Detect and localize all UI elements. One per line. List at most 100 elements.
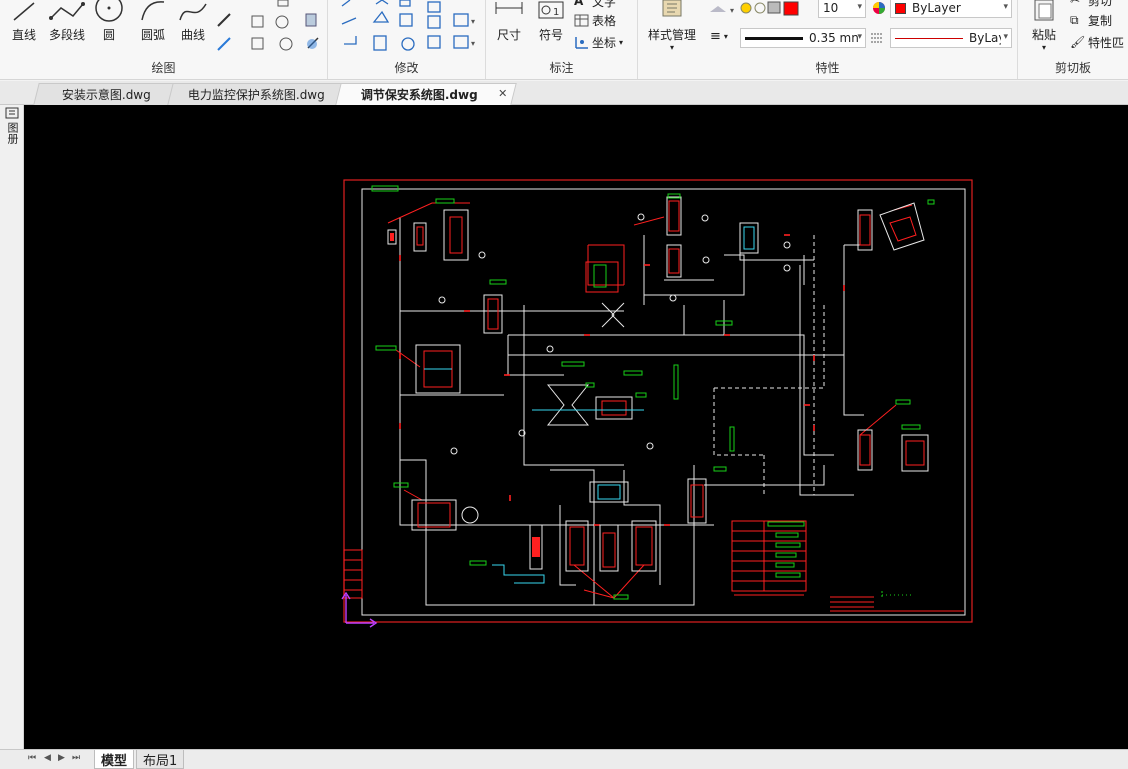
color-index-dropdown-icon: ▾ — [857, 2, 862, 12]
tab-label: 电力监控保护系统图.dwg — [187, 88, 325, 102]
tab-layout1[interactable]: 布局1 — [136, 750, 185, 769]
tab-install-diagram[interactable]: 安装示意图.dwg — [33, 83, 179, 105]
line-button[interactable]: 直线 — [6, 0, 42, 43]
drawing-book-button[interactable]: 图册 — [4, 107, 20, 147]
modify-tool-icons[interactable]: ▾ ▾ — [336, 0, 482, 56]
polyline-label: 多段线 — [48, 28, 85, 42]
paste-label: 粘贴 — [1031, 28, 1056, 42]
dimension-button[interactable]: 尺寸 — [492, 0, 526, 43]
leader-lines — [387, 202, 913, 599]
left-side-strip: 图册 — [0, 105, 24, 749]
arc-label: 圆弧 — [140, 28, 165, 42]
last-layout-icon[interactable]: ⏭ — [72, 753, 80, 763]
coordinate-icon — [575, 37, 588, 49]
dimension-icon — [495, 2, 523, 14]
linetype-sample — [895, 37, 963, 39]
clipboard-panel: 粘贴 ▾ ✂ 剪切 ⧉ 复制 🖌 特性匹 剪切板 — [1018, 0, 1128, 79]
text-button[interactable]: A 文字 — [574, 0, 616, 10]
copy-label: 复制 — [1088, 14, 1113, 28]
line-icon — [13, 2, 35, 21]
coordinate-button[interactable]: 坐标 ▾ — [574, 34, 623, 51]
brush-icon: 🖌 — [1070, 35, 1086, 49]
next-layout-icon[interactable]: ▶ — [58, 753, 65, 763]
style-manager-dropdown-icon: ▾ — [669, 43, 674, 52]
drawing-book-label: 图册 — [6, 122, 19, 144]
table-label: 表格 — [592, 14, 617, 28]
draw-panel-title: 绘图 — [151, 61, 176, 75]
layer-color-dropdown-icon: ▾ — [1003, 2, 1008, 12]
lineweight-icon[interactable]: ≡ ▾ — [710, 29, 728, 44]
lineweight-value: 0.35 mn — [809, 31, 859, 45]
tab-model[interactable]: 模型 — [94, 750, 135, 769]
match-properties-button[interactable]: 🖌 特性匹 — [1070, 34, 1124, 51]
close-icon[interactable]: ✕ — [498, 87, 507, 100]
cut-icon: ✂ — [1070, 0, 1081, 7]
properties-panel-title: 特性 — [815, 61, 840, 75]
label-tags — [375, 193, 935, 600]
linetype-dropdown-icon: ▾ — [1003, 32, 1008, 42]
cut-button[interactable]: ✂ 剪切 — [1070, 0, 1112, 9]
layer-color-swatch — [895, 2, 906, 14]
linetype-value: ByLayer — [969, 31, 1001, 45]
svg-text:▾: ▾ — [471, 39, 475, 48]
annotate-panel: 尺寸 1 符号 A 文字 表格 坐标 ▾ 标注 — [486, 0, 638, 79]
copy-button[interactable]: ⧉ 复制 — [1070, 12, 1112, 29]
polyline-button[interactable]: 多段线 — [44, 0, 90, 43]
coordinate-dropdown-icon[interactable]: ▾ — [619, 38, 623, 47]
text-label: 文字 — [592, 0, 617, 9]
layer-color-combo[interactable]: ByLayer ▾ — [890, 0, 1012, 18]
parts-table — [731, 520, 807, 592]
circle-button[interactable]: 圆 — [92, 0, 126, 43]
svg-text:1: 1 — [553, 7, 559, 18]
tab-regulation-safety[interactable]: 调节保安系统图.dwg ✕ — [335, 83, 517, 105]
color-wheel-icon[interactable] — [872, 0, 886, 16]
paste-icon — [1034, 0, 1054, 21]
curve-button[interactable]: 曲线 — [174, 0, 212, 43]
match-properties-label: 特性匹 — [1088, 36, 1125, 50]
line-label: 直线 — [11, 28, 36, 42]
layer-state-icons[interactable]: ▾ — [710, 0, 810, 18]
color-index-combo[interactable]: 10 ▾ — [818, 0, 866, 18]
layout-tab-label: 模型 — [101, 753, 128, 769]
curve-icon — [179, 3, 207, 21]
cut-label: 剪切 — [1088, 0, 1113, 8]
paste-button[interactable]: 粘贴 ▾ — [1026, 0, 1062, 52]
tab-label: 安装示意图.dwg — [61, 88, 151, 102]
prev-layout-icon[interactable]: ◀ — [44, 753, 51, 763]
style-manager-label: 样式管理 — [647, 28, 696, 42]
drawing-canvas[interactable] — [24, 105, 1128, 749]
lineweight-sample — [745, 36, 803, 40]
revision-table — [343, 549, 363, 599]
layout-tab-bar: ⏮ ◀ ▶ ⏭ 模型 布局1 — [0, 749, 1128, 769]
modify-panel: ▾ ▾ 修改 — [328, 0, 486, 79]
symbol-button[interactable]: 1 符号 — [534, 0, 568, 43]
draw-panel: 直线 多段线 圆 圆弧 曲线 绘图 — [0, 0, 328, 79]
first-layout-icon[interactable]: ⏮ — [28, 753, 36, 763]
symbol-icon: 1 — [538, 1, 564, 19]
table-button[interactable]: 表格 — [574, 12, 616, 29]
drawing-book-icon — [5, 107, 19, 119]
layout-tab-label: 布局1 — [143, 753, 178, 769]
circle-icon — [95, 0, 123, 22]
clipboard-panel-title: 剪切板 — [1054, 61, 1091, 75]
style-manager-icon — [662, 0, 682, 17]
drawing-outer-frame — [343, 179, 973, 623]
tab-label: 调节保安系统图.dwg — [360, 88, 478, 102]
polyline-icon — [49, 2, 85, 20]
copy-icon: ⧉ — [1070, 13, 1079, 27]
tab-power-monitoring[interactable]: 电力监控保护系统图.dwg — [167, 83, 345, 105]
lineweight-dropdown-icon: ▾ — [857, 32, 862, 42]
lineweight-combo[interactable]: 0.35 mn ▾ — [740, 28, 866, 48]
layer-color-value: ByLayer — [912, 1, 961, 15]
symbol-label: 符号 — [538, 28, 563, 42]
linetype-combo[interactable]: ByLayer ▾ — [890, 28, 1012, 48]
document-tab-bar: 安装示意图.dwg 电力监控保护系统图.dwg 调节保安系统图.dwg ✕ — [0, 81, 1128, 105]
linetype-icon[interactable] — [870, 31, 884, 45]
draw-small-icons[interactable] — [214, 0, 326, 56]
style-manager-button[interactable]: 样式管理 ▾ — [644, 0, 700, 52]
svg-text:▾: ▾ — [730, 6, 734, 15]
curve-label: 曲线 — [180, 28, 205, 42]
color-index-value: 10 — [823, 1, 839, 15]
parts-table-tags — [767, 521, 805, 578]
arc-button[interactable]: 圆弧 — [134, 0, 172, 43]
